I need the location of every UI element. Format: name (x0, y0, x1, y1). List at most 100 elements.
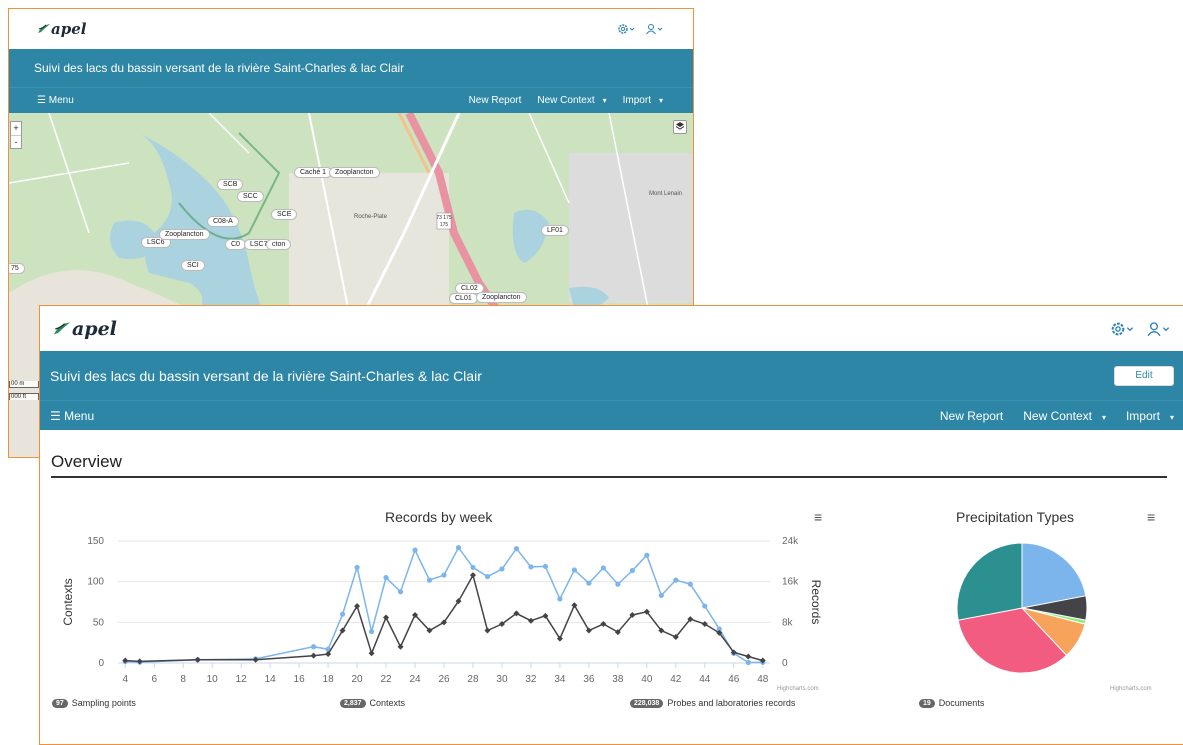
series-line-records (125, 546, 763, 664)
user-icon[interactable] (645, 23, 663, 35)
data-point-records (702, 603, 708, 609)
data-point-contexts (745, 653, 752, 660)
data-point-records (615, 581, 621, 587)
edit-button[interactable]: Edit (1114, 365, 1174, 386)
zoom-in-button[interactable]: + (11, 122, 21, 135)
data-point-records (571, 567, 578, 573)
line-chart-title: Records by week (385, 509, 493, 525)
stat-label: Contexts (369, 698, 406, 708)
data-point-records (368, 628, 375, 635)
chart-menu-icon[interactable]: ≡ (814, 509, 822, 525)
data-point-records (354, 564, 360, 571)
data-point-records (687, 581, 693, 587)
chart-menu-icon[interactable]: ≡ (1147, 509, 1155, 525)
map-marker-label[interactable]: Caché 1 (294, 167, 333, 178)
zoom-out-button[interactable]: - (11, 135, 21, 149)
y2-tick-label: 24k (782, 536, 799, 547)
logo-leaf-icon (54, 321, 70, 334)
svg-text:73 175: 73 175 (436, 215, 452, 221)
data-point-records (339, 611, 346, 617)
place-name: Mont Lenain (649, 191, 682, 197)
data-point-records (383, 575, 389, 581)
count-badge: 2,837 (340, 698, 366, 708)
new-context-dropdown[interactable]: New Context ▾ (529, 95, 606, 106)
chart-credits[interactable]: Highcharts.com (1110, 686, 1152, 692)
x-tick-label: 28 (467, 674, 479, 685)
data-point-records (745, 659, 751, 666)
data-point-records (528, 564, 534, 570)
import-dropdown[interactable]: Import ▾ (615, 95, 663, 106)
count-badge: 19 (919, 698, 935, 708)
map-marker-label[interactable]: Zooplancton (476, 292, 527, 303)
y2-tick-label: 0 (782, 658, 788, 669)
new-context-dropdown[interactable]: New Context ▾ (1013, 409, 1106, 423)
data-point-contexts (571, 602, 578, 609)
data-point-records (600, 565, 606, 571)
x-tick-label: 40 (641, 674, 653, 685)
chevron-down-icon: ▾ (658, 96, 663, 105)
new-report-link[interactable]: New Report (469, 95, 522, 106)
site-title-bar: Suivi des lacs du bassin versant de la r… (9, 49, 693, 87)
x-tick-label: 24 (409, 674, 421, 685)
map-marker-label[interactable]: cton (266, 239, 292, 250)
new-report-link[interactable]: New Report (940, 409, 1003, 423)
x-tick-label: 20 (352, 674, 364, 685)
logo[interactable]: apel (52, 318, 117, 340)
x-tick-label: 44 (699, 674, 711, 685)
data-point-records (513, 546, 520, 552)
chart-credits[interactable]: Highcharts.com (777, 686, 819, 692)
map-marker-label[interactable]: Zooplancton (159, 229, 210, 240)
map-marker-label[interactable]: SCE (271, 209, 298, 220)
layers-icon[interactable] (673, 120, 687, 134)
gear-icon[interactable] (617, 23, 635, 35)
data-point-records (542, 563, 549, 570)
chevron-down-icon: ▾ (1169, 412, 1174, 422)
x-tick-label: 8 (180, 674, 186, 685)
logo[interactable]: apel (37, 20, 86, 38)
x-tick-label: 26 (438, 674, 450, 685)
data-point-records (484, 573, 491, 580)
map-marker-label[interactable]: CL01 (449, 293, 478, 304)
scale-bar-metric: 00 m (9, 381, 39, 388)
nav-bar: ☰ Menu New Report New Context ▾ Import ▾ (40, 400, 1183, 430)
stat-documents: 19 Documents (919, 698, 984, 708)
x-tick-label: 38 (612, 674, 624, 685)
map-marker-label[interactable]: LF01 (541, 225, 569, 236)
x-tick-label: 34 (554, 674, 566, 685)
import-dropdown[interactable]: Import ▾ (1116, 409, 1174, 423)
map-marker-label[interactable]: SCB (217, 179, 244, 190)
y-tick-label: 50 (93, 617, 105, 628)
data-point-contexts (397, 643, 404, 650)
data-point-records (441, 572, 447, 578)
top-bar: apel (9, 9, 693, 49)
brand-name: apel (72, 317, 117, 340)
map-marker-label[interactable]: C0 (225, 239, 246, 250)
x-tick-label: 6 (151, 674, 157, 685)
top-bar: apel (40, 306, 1183, 351)
site-title: Suivi des lacs du bassin versant de la r… (50, 367, 482, 384)
map-marker-label[interactable]: SCI (181, 260, 205, 271)
data-point-contexts (484, 627, 491, 634)
data-point-contexts (383, 614, 390, 621)
x-tick-label: 42 (670, 674, 682, 685)
x-tick-label: 14 (265, 674, 277, 685)
gear-icon[interactable] (1110, 321, 1134, 337)
menu-button[interactable]: ☰ Menu (50, 409, 94, 423)
data-point-contexts (585, 627, 592, 634)
menu-button[interactable]: ☰ Menu (37, 95, 74, 106)
map-marker-label[interactable]: Zooplancton (329, 167, 380, 178)
x-tick-label: 18 (323, 674, 335, 685)
user-icon[interactable] (1146, 321, 1170, 337)
x-tick-label: 32 (525, 674, 537, 685)
map-marker-label[interactable]: SCC (237, 191, 264, 202)
hamburger-icon: ☰ (37, 95, 46, 106)
data-point-records (586, 580, 592, 586)
x-tick-label: 22 (380, 674, 392, 685)
map-marker-label[interactable]: C08-A (207, 216, 239, 227)
stat-label: Documents (938, 698, 985, 708)
foreground-window: apel Suivi des lacs du bassin versant de… (39, 305, 1183, 745)
map-marker-label[interactable]: 75 (9, 263, 25, 274)
pie-slice-5[interactable] (956, 542, 1023, 621)
data-point-records (673, 577, 679, 583)
data-point-contexts (469, 572, 476, 579)
